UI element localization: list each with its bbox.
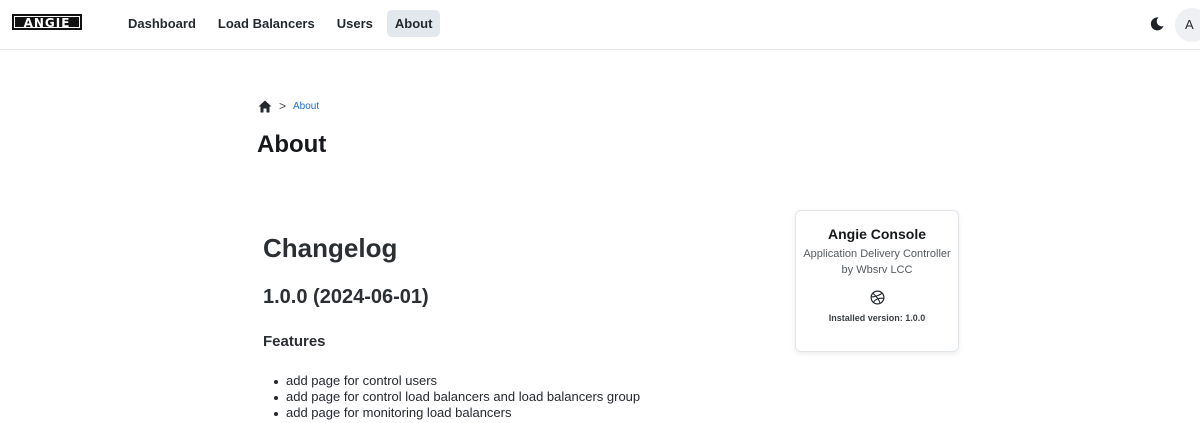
top-navbar: ANGIE Dashboard Load Balancers Users Abo… xyxy=(0,0,1200,50)
list-item: add page for monitoring load balancers xyxy=(273,405,640,421)
features-heading: Features xyxy=(263,333,326,350)
home-icon[interactable] xyxy=(258,100,272,113)
nav-item-users[interactable]: Users xyxy=(329,10,381,37)
logo-text: ANGIE xyxy=(14,16,80,29)
nav-item-dashboard[interactable]: Dashboard xyxy=(120,10,204,37)
angie-logo[interactable]: ANGIE xyxy=(12,14,82,30)
breadcrumb-current[interactable]: About xyxy=(293,101,319,112)
features-list: add page for control users add page for … xyxy=(273,373,641,421)
card-title: Angie Console xyxy=(827,226,926,242)
list-item: add page for control load balancers and … xyxy=(273,389,641,404)
breadcrumb-separator: > xyxy=(279,99,287,113)
info-card: Angie Console Application Delivery Contr… xyxy=(795,210,959,352)
list-item: add page for control users xyxy=(273,373,640,389)
nav-item-load-balancers[interactable]: Load Balancers xyxy=(210,10,323,37)
moon-icon[interactable] xyxy=(1149,16,1165,32)
changelog-heading: Changelog xyxy=(263,233,398,263)
breadcrumb: > About xyxy=(258,99,319,113)
user-avatar[interactable]: A xyxy=(1175,8,1200,42)
dribbble-icon[interactable] xyxy=(870,290,885,305)
page-title: About xyxy=(257,131,327,158)
nav-item-about[interactable]: About xyxy=(386,10,441,37)
main-nav: Dashboard Load Balancers Users About xyxy=(120,10,441,37)
installed-version: Installed version: 1.0.0 xyxy=(828,313,926,323)
card-subtitle: Application Delivery Controller by Wbsrv… xyxy=(803,248,951,276)
version-heading: 1.0.0 (2024-06-01) xyxy=(263,286,429,308)
